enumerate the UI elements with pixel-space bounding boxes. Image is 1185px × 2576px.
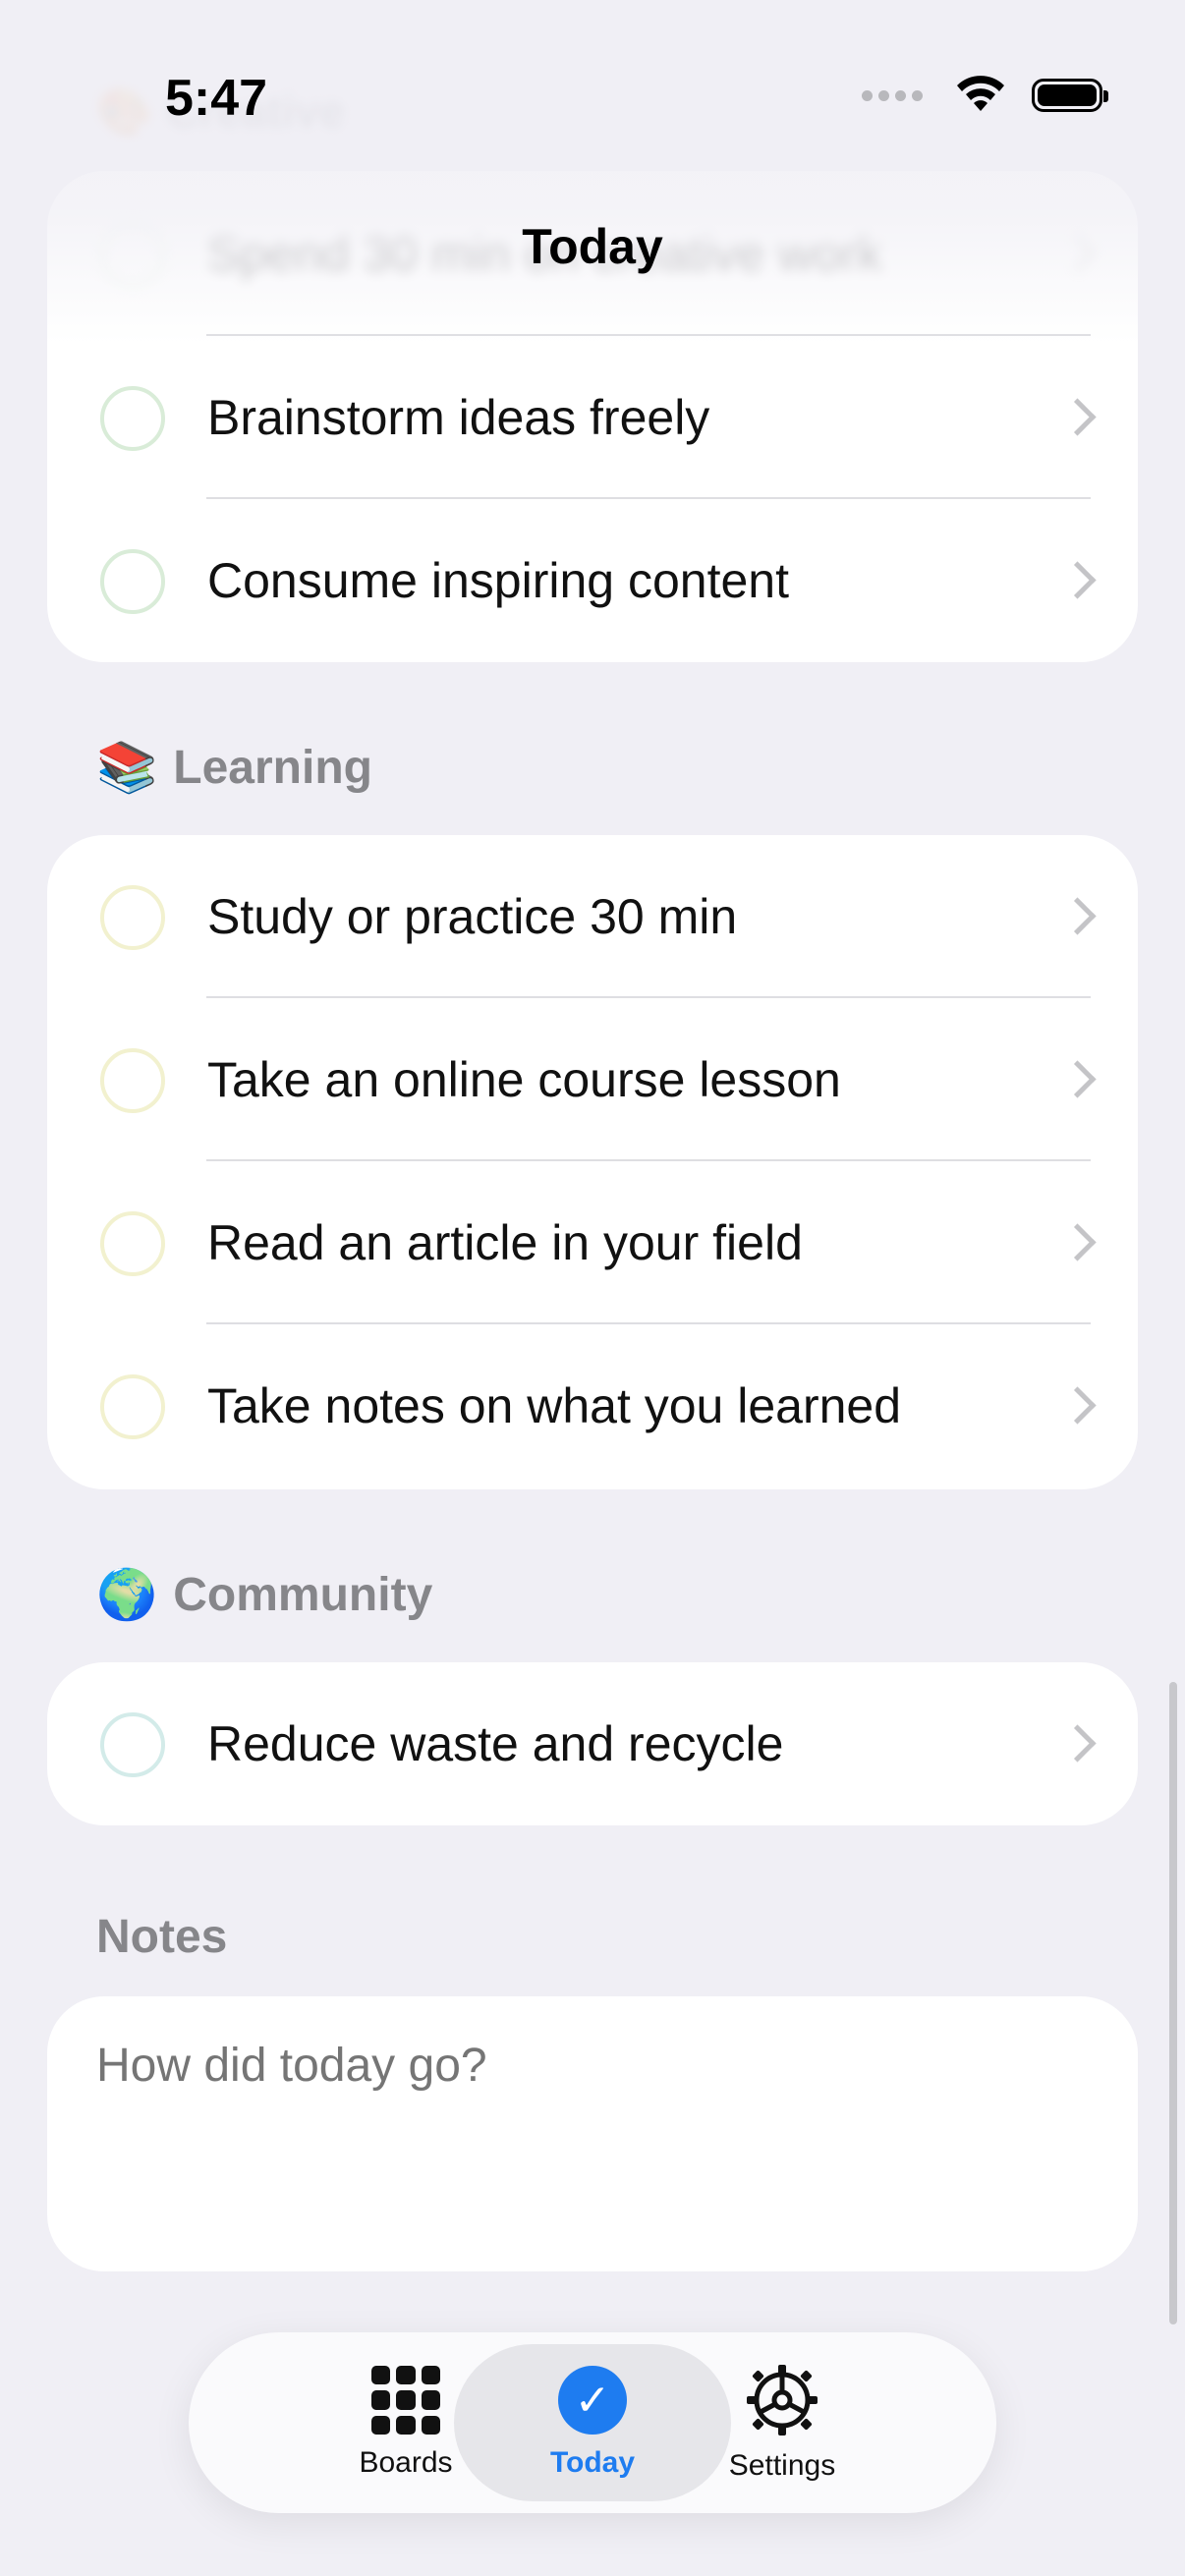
chevron-right-icon	[1058, 1386, 1097, 1425]
checkbox-circle[interactable]	[100, 1048, 165, 1113]
tab-bar: Boards ✓ Today Settings	[189, 2332, 996, 2513]
task-label: Take notes on what you learned	[207, 1378, 902, 1433]
checkbox-circle[interactable]	[100, 1211, 165, 1276]
section-title: Learning	[173, 742, 372, 794]
section-header-learning: 📚 Learning	[96, 739, 372, 797]
community-card: Reduce waste and recycle	[47, 1662, 1138, 1825]
task-label: Study or practice 30 min	[207, 889, 738, 944]
task-label: Consume inspiring content	[207, 553, 789, 608]
status-time: 5:47	[165, 70, 268, 127]
checkmark-circle-icon: ✓	[558, 2366, 627, 2435]
section-title: Community	[173, 1569, 433, 1621]
scrollbar[interactable]	[1169, 1682, 1177, 2324]
task-label: Reduce waste and recycle	[207, 1716, 784, 1771]
list-item[interactable]: Consume inspiring content	[47, 499, 1138, 662]
learning-card: Study or practice 30 min Take an online …	[47, 835, 1138, 1489]
section-header-community: 🌍 Community	[96, 1566, 432, 1624]
battery-icon	[1032, 79, 1108, 112]
chevron-right-icon	[1058, 897, 1097, 935]
list-item[interactable]: Study or practice 30 min	[47, 835, 1138, 998]
chevron-right-icon	[1058, 561, 1097, 599]
list-item[interactable]: Read an article in your field	[47, 1161, 1138, 1324]
gear-icon	[747, 2365, 818, 2436]
list-item[interactable]: Reduce waste and recycle	[47, 1662, 1138, 1825]
tab-settings[interactable]: Settings	[659, 2332, 905, 2513]
checkbox-circle[interactable]	[100, 1374, 165, 1439]
chevron-right-icon	[1058, 398, 1097, 436]
checkbox-circle[interactable]	[100, 549, 165, 614]
signal-dots-icon	[859, 89, 926, 101]
globe-icon: 🌍	[96, 1567, 158, 1622]
checkbox-circle[interactable]	[100, 1712, 165, 1777]
notes-card	[47, 1996, 1138, 2271]
task-label: Take an online course lesson	[207, 1052, 841, 1107]
chevron-right-icon	[1058, 1724, 1097, 1763]
wifi-icon	[957, 76, 1004, 111]
list-item[interactable]: Take notes on what you learned	[47, 1324, 1138, 1487]
page-title: Today	[522, 219, 663, 274]
grid-icon	[371, 2366, 440, 2435]
notes-title: Notes	[96, 1911, 228, 1963]
chevron-right-icon	[1058, 1223, 1097, 1261]
task-label: Brainstorm ideas freely	[207, 390, 710, 445]
checkbox-circle[interactable]	[100, 885, 165, 950]
checkbox-circle[interactable]	[100, 386, 165, 451]
books-icon: 📚	[96, 740, 158, 795]
notes-input[interactable]	[94, 2038, 1081, 2094]
list-item[interactable]: Take an online course lesson	[47, 998, 1138, 1161]
list-item[interactable]: Brainstorm ideas freely	[47, 336, 1138, 499]
status-indicators	[859, 71, 1108, 120]
chevron-right-icon	[1058, 1060, 1097, 1098]
today-screen: 🎨 Creative Spend 30 min on creative work …	[0, 0, 1185, 2576]
palette-icon: 🎨	[96, 85, 153, 137]
task-label: Read an article in your field	[207, 1215, 803, 1270]
